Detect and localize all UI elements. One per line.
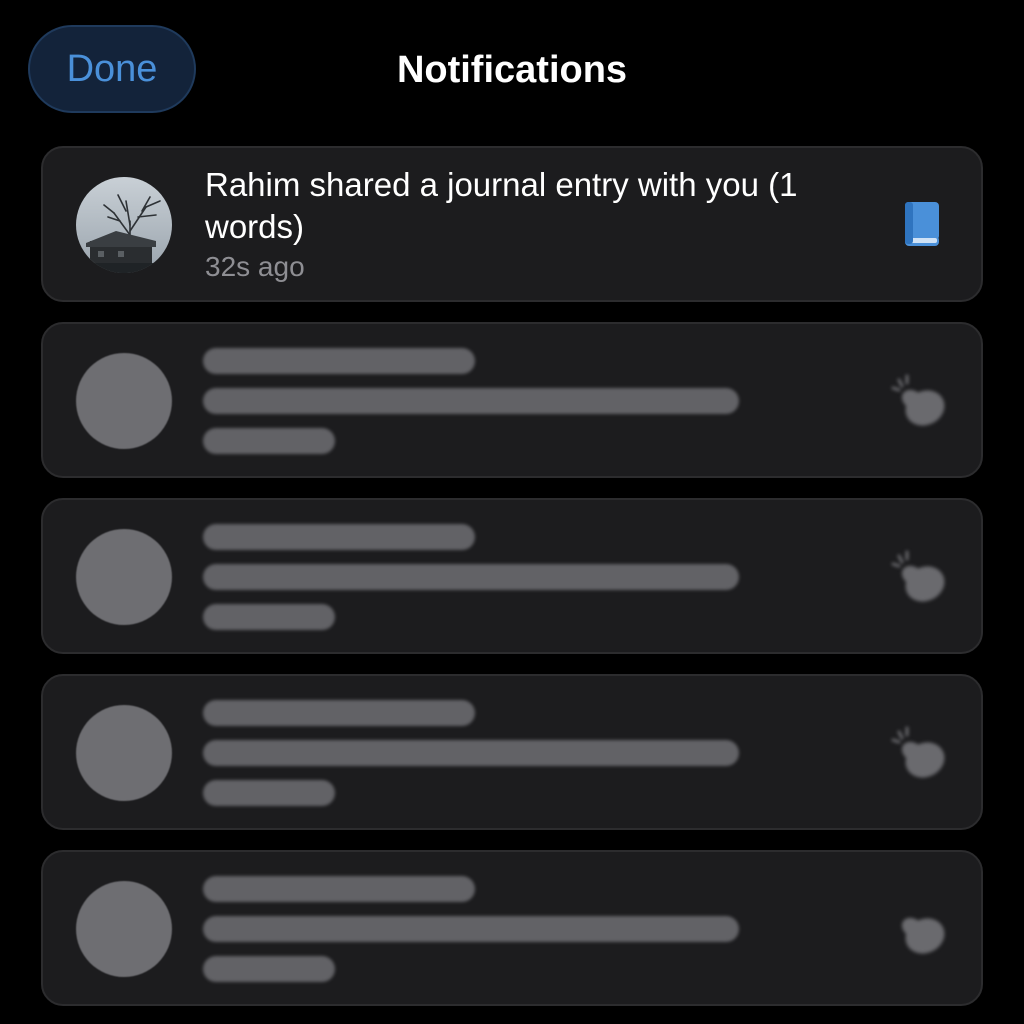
text-placeholder-line xyxy=(203,428,335,454)
notification-message: Rahim shared a journal entry with you (1… xyxy=(205,166,798,245)
clap-icon xyxy=(891,726,945,778)
text-placeholder-line xyxy=(203,740,739,766)
notification-card[interactable]: Rahim shared a journal entry with you (1… xyxy=(41,146,983,302)
notification-placeholder xyxy=(41,674,983,830)
text-placeholder-line xyxy=(203,876,475,902)
done-button[interactable]: Done xyxy=(28,25,196,113)
clap-icon xyxy=(891,550,945,602)
avatar-placeholder xyxy=(76,353,172,449)
avatar-photo xyxy=(76,177,172,273)
notification-placeholder xyxy=(41,498,983,654)
text-placeholder-line xyxy=(203,780,335,806)
book-icon xyxy=(905,202,939,246)
avatar xyxy=(76,177,172,273)
text-placeholder-line xyxy=(203,604,335,630)
text-placeholder-line xyxy=(203,348,475,374)
header: Done Notifications xyxy=(0,0,1024,140)
text-placeholder-line xyxy=(203,524,475,550)
text-placeholder-line xyxy=(203,564,739,590)
notification-placeholder xyxy=(41,322,983,478)
clap-icon xyxy=(901,917,945,954)
page-title: Notifications xyxy=(396,49,628,91)
notification-placeholder xyxy=(41,850,983,1006)
avatar-placeholder xyxy=(76,881,172,977)
avatar-placeholder xyxy=(76,705,172,801)
avatar-placeholder xyxy=(76,529,172,625)
notification-timestamp: 32s ago xyxy=(205,251,305,282)
text-placeholder-line xyxy=(203,956,335,982)
clap-icon xyxy=(891,374,945,426)
text-placeholder-line xyxy=(203,916,739,942)
text-placeholder-line xyxy=(203,700,475,726)
text-placeholder-line xyxy=(203,388,739,414)
